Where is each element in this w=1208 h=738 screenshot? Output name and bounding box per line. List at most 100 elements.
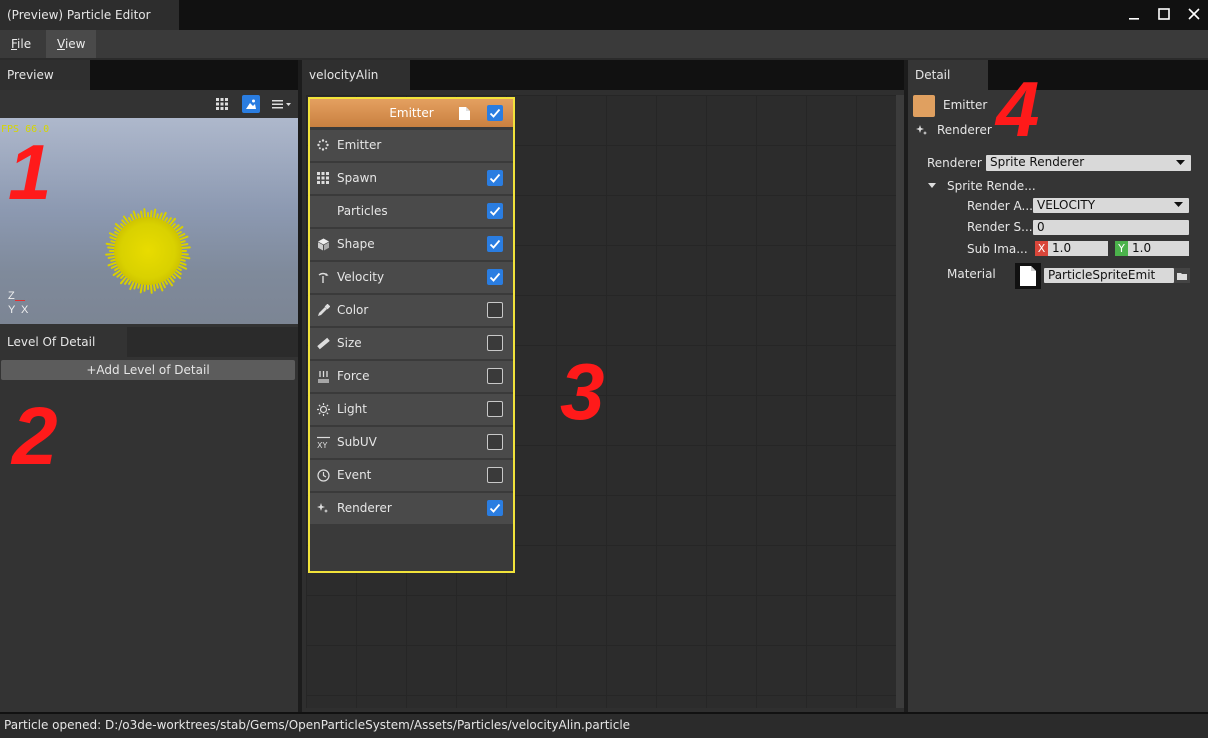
emitter-node[interactable]: Emitter Emitter Spawn Particles Shape Veloci… [308, 97, 515, 573]
node-row-checkbox-velocity[interactable] [487, 269, 503, 285]
node-row-checkbox-force[interactable] [487, 368, 503, 384]
close-button[interactable] [1179, 0, 1208, 28]
detail-renderer-label[interactable]: Renderer [937, 123, 992, 138]
node-row-label: Force [337, 369, 370, 383]
node-row-label: SubUV [337, 435, 377, 449]
renderer-field-label: Renderer [927, 156, 982, 170]
material-label: Material [947, 267, 996, 281]
chevron-down-icon [1176, 160, 1185, 165]
render-alignment-select[interactable]: VELOCITY [1033, 198, 1189, 213]
ruler-icon [316, 336, 330, 350]
tab-level-of-detail[interactable]: Level Of Detail [0, 327, 127, 357]
node-row-light[interactable]: Light [310, 394, 513, 425]
minimize-button[interactable] [1119, 0, 1149, 28]
menu-view[interactable]: View [46, 30, 97, 58]
particle-sphere [105, 208, 191, 294]
status-bar: Particle opened: D:/o3de-worktrees/stab/… [0, 712, 1208, 738]
menu-view-mnemonic: V [57, 37, 65, 51]
node-row-checkbox-particles[interactable] [487, 203, 503, 219]
material-thumbnail[interactable] [1015, 263, 1041, 289]
node-row-size[interactable]: Size [310, 328, 513, 359]
node-row-checkbox-subuv[interactable] [487, 434, 503, 450]
document-icon[interactable] [459, 107, 470, 120]
render-alignment-label: Render A... [967, 199, 1033, 213]
tab-preview[interactable]: Preview [0, 60, 90, 90]
menu-bar: File View [0, 30, 1208, 58]
axis-z-label: Z [8, 290, 15, 302]
node-row-particles[interactable]: Particles [310, 196, 513, 227]
node-row-checkbox-shape[interactable] [487, 236, 503, 252]
node-row-label: Spawn [337, 171, 378, 185]
node-row-label: Light [337, 402, 367, 416]
node-row-spawn[interactable]: Spawn [310, 163, 513, 194]
node-row-checkbox-color[interactable] [487, 302, 503, 318]
menu-list-icon[interactable] [270, 95, 296, 113]
render-sort-label: Render S... [967, 220, 1033, 234]
expand-triangle-icon[interactable] [928, 183, 936, 189]
node-row-color[interactable]: Color [310, 295, 513, 326]
node-row-force[interactable]: Force [310, 361, 513, 392]
chevron-down-icon [1174, 202, 1183, 207]
node-row-checkbox-light[interactable] [487, 401, 503, 417]
node-row-label: Event [337, 468, 372, 482]
velocity-icon [316, 270, 330, 284]
browse-folder-button[interactable] [1174, 268, 1190, 283]
node-row-event[interactable]: Event [310, 460, 513, 491]
add-level-of-detail-button[interactable]: +Add Level of Detail [1, 360, 295, 380]
node-row-checkbox-spawn[interactable] [487, 170, 503, 186]
node-row-emitter[interactable]: Emitter [310, 130, 513, 161]
sub-image-x-input[interactable]: 1.0 [1048, 241, 1108, 256]
grid-icon[interactable] [213, 95, 231, 113]
svg-text:XY: XY [317, 441, 327, 449]
node-row-checkbox-renderer[interactable] [487, 500, 503, 516]
menu-view-label: iew [64, 37, 86, 51]
node-row-label: Emitter [337, 138, 382, 152]
node-row-label: Velocity [337, 270, 385, 284]
spawn-grid-icon [316, 171, 330, 185]
annotation-2: 2 [12, 391, 58, 482]
emitter-node-checkbox[interactable] [487, 105, 503, 121]
node-row-subuv[interactable]: XY SubUV [310, 427, 513, 458]
renderer-select-value: Sprite Renderer [990, 155, 1085, 169]
close-icon [1188, 8, 1200, 20]
sub-image-y-input[interactable]: 1.0 [1128, 241, 1189, 256]
sprite-renderer-group-label[interactable]: Sprite Rende... [947, 179, 1036, 194]
cube-icon [316, 237, 330, 251]
maximize-button[interactable] [1149, 0, 1179, 28]
renderer-select[interactable]: Sprite Renderer [986, 155, 1191, 171]
preview-header: Preview [0, 60, 298, 90]
material-input[interactable]: ParticleSpriteEmit [1044, 268, 1174, 283]
node-row-checkbox-event[interactable] [487, 467, 503, 483]
preview-viewport[interactable]: FPS 66.0 Z Y X 1 [0, 118, 298, 324]
node-row-velocity[interactable]: Velocity [310, 262, 513, 293]
file-icon [1020, 266, 1036, 286]
folder-icon [1177, 272, 1187, 280]
node-row-renderer[interactable]: Renderer [310, 493, 513, 524]
sparkle-icon [916, 125, 927, 135]
render-sort-input[interactable]: 0 [1033, 220, 1189, 235]
render-alignment-value: VELOCITY [1037, 198, 1096, 212]
emitter-icon [316, 138, 330, 152]
axis-x-line [15, 300, 25, 301]
tab-detail[interactable]: Detail [908, 60, 988, 90]
tab-velocityalin[interactable]: velocityAlin [302, 60, 410, 90]
annotation-1: 1 [8, 128, 52, 216]
clock-icon [316, 468, 330, 482]
preview-toolbar [0, 90, 298, 118]
canvas-scrollbar[interactable] [896, 95, 904, 708]
subuv-icon: XY [316, 435, 330, 449]
maximize-icon [1158, 8, 1170, 20]
sun-icon [316, 402, 330, 416]
node-row-label: Renderer [337, 501, 392, 515]
editor-header: velocityAlin [302, 60, 904, 90]
detail-emitter-label[interactable]: Emitter [943, 98, 987, 113]
emitter-node-header[interactable]: Emitter [310, 99, 513, 127]
menu-file[interactable]: File [0, 30, 42, 58]
sub-image-label: Sub Ima... [967, 242, 1028, 256]
landscape-icon[interactable] [242, 95, 260, 113]
node-row-checkbox-size[interactable] [487, 335, 503, 351]
annotation-3: 3 [560, 347, 605, 436]
axis-x-label: X [21, 304, 29, 316]
node-row-shape[interactable]: Shape [310, 229, 513, 260]
minimize-icon [1129, 18, 1139, 20]
